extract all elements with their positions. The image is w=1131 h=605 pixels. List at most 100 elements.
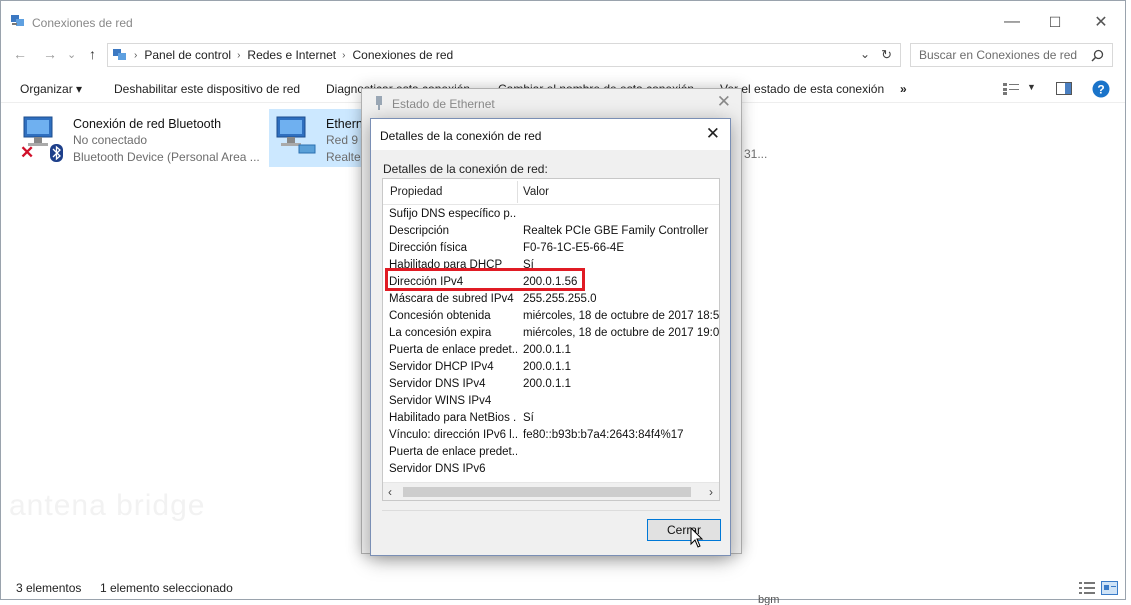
maximize-button[interactable]: ☐ <box>1035 9 1075 35</box>
details-label: Detalles de la conexión de red: <box>383 162 548 176</box>
refresh-icon[interactable]: ↻ <box>881 47 892 63</box>
item-name: Conexión de red Bluetooth <box>73 117 222 131</box>
table-row[interactable]: Servidor DHCP IPv4 200.0.1.1 <box>383 359 719 376</box>
item-3-partial-text: 31... <box>744 147 768 161</box>
property-cell: Dirección física <box>389 242 467 254</box>
table-row[interactable]: Dirección física F0-76-1C-E5-66-4E <box>383 240 719 257</box>
item-device: Bluetooth Device (Personal Area ... <box>73 150 260 164</box>
recent-locations-icon[interactable]: ⌄ <box>67 48 76 61</box>
view-options-icon[interactable] <box>1003 83 1019 95</box>
address-row: ← → ⌄ ↑ › Panel de control › Redes e Int… <box>1 41 1125 69</box>
breadcrumb-separator-icon: › <box>237 49 241 61</box>
table-row[interactable]: Habilitado para NetBios ... Sí <box>383 410 719 427</box>
back-arrow-icon[interactable]: ← <box>13 46 27 62</box>
close-dialog-button[interactable]: Cerrar <box>647 519 721 541</box>
watermark-text: antena bridge <box>9 489 206 522</box>
table-row[interactable]: Servidor WINS IPv4 <box>383 393 719 410</box>
property-cell: Descripción <box>389 225 450 237</box>
background-partial-text: bgm <box>758 594 780 605</box>
ethernet-dialog-close-button[interactable]: ✕ <box>717 92 731 112</box>
property-cell: Dirección IPv4 <box>389 276 464 288</box>
value-cell: 200.0.1.1 <box>523 378 571 390</box>
item-status: No conectado <box>73 133 148 147</box>
column-divider[interactable] <box>517 181 518 203</box>
view-dropdown-icon[interactable]: ▼ <box>1027 82 1036 92</box>
table-row[interactable]: La concesión expira miércoles, 18 de octu… <box>383 325 719 342</box>
dialog-separator <box>382 510 720 511</box>
column-header-property[interactable]: Propiedad <box>390 186 442 198</box>
table-row[interactable]: Puerta de enlace predet... 200.0.1.1 <box>383 342 719 359</box>
forward-arrow-icon[interactable]: → <box>43 46 57 62</box>
property-cell: Servidor DNS IPv6 <box>389 463 486 475</box>
table-row[interactable]: Sufijo DNS específico p... <box>383 206 719 223</box>
value-cell: 200.0.1.1 <box>523 361 571 373</box>
property-cell: Puerta de enlace predet... <box>389 446 517 458</box>
table-row[interactable]: Descripción Realtek PCIe GBE Family Contr… <box>383 223 719 240</box>
list-item-ethernet[interactable]: Etherne Red 9 Realtek <box>269 109 370 167</box>
breadcrumb-network-connections[interactable]: Conexiones de red <box>353 48 454 62</box>
disable-device-button[interactable]: Deshabilitar este dispositivo de red <box>114 82 300 96</box>
tiles-view-icon[interactable] <box>1101 581 1118 595</box>
status-bar: 3 elementos 1 elemento seleccionado <box>1 577 1125 599</box>
table-row[interactable]: Habilitado para DHCP Sí <box>383 257 719 274</box>
more-commands-button[interactable]: » <box>900 82 907 96</box>
breadcrumb-control-panel[interactable]: Panel de control <box>144 48 231 62</box>
control-panel-icon <box>113 49 126 60</box>
ethernet-adapter-icon <box>276 116 316 154</box>
property-cell: Servidor DHCP IPv4 <box>389 361 494 373</box>
view-status-button[interactable]: Ver el estado de esta conexión <box>720 82 884 96</box>
value-cell: 255.255.255.0 <box>523 293 597 305</box>
table-row[interactable]: Servidor DNS IPv4 200.0.1.1 <box>383 376 719 393</box>
organize-button[interactable]: Organizar ▾ <box>20 82 82 96</box>
item-status: Red 9 <box>326 133 359 147</box>
scroll-left-icon[interactable]: ‹ <box>388 485 392 499</box>
chevron-down-icon[interactable]: ⌄ <box>860 47 870 61</box>
close-button[interactable]: ✕ <box>1081 9 1121 35</box>
table-row[interactable]: Dirección IPv4 200.0.1.56 <box>383 274 719 291</box>
property-cell: Servidor DNS IPv4 <box>389 378 486 390</box>
bluetooth-icon <box>50 144 63 162</box>
help-icon[interactable]: ? <box>1092 80 1110 98</box>
ethernet-status-icon <box>376 96 382 110</box>
value-cell: 200.0.1.56 <box>523 276 578 288</box>
connection-details-dialog: Detalles de la conexión de red ✕ Detalle… <box>370 118 731 556</box>
value-cell: miércoles, 18 de octubre de 2017 18:52:3 <box>523 310 720 322</box>
list-item-bluetooth[interactable]: ✕ Conexión de red Bluetooth No conectado… <box>16 109 261 167</box>
property-cell: Puerta de enlace predet... <box>389 344 517 356</box>
details-dialog-title: Detalles de la conexión de red <box>380 129 542 143</box>
scrollbar-thumb[interactable] <box>403 487 691 497</box>
horizontal-scrollbar[interactable]: ‹ › <box>383 482 719 500</box>
column-header-value[interactable]: Valor <box>523 186 549 198</box>
table-row[interactable]: Vínculo: dirección IPv6 l... fe80::b93b:b… <box>383 427 719 444</box>
item-count: 3 elementos <box>16 581 82 595</box>
address-bar[interactable]: › Panel de control › Redes e Internet › … <box>107 43 901 67</box>
breadcrumb-separator-icon: › <box>342 49 346 61</box>
value-cell: Sí <box>523 412 534 424</box>
details-dialog-close-button[interactable]: ✕ <box>706 124 720 144</box>
search-icon <box>1091 49 1104 62</box>
ethernet-dialog-title: Estado de Ethernet <box>392 97 495 111</box>
details-view-icon[interactable] <box>1079 582 1095 594</box>
up-arrow-icon[interactable]: ↑ <box>89 46 96 62</box>
table-row[interactable]: Servidor DNS IPv6 <box>383 461 719 478</box>
preview-pane-icon[interactable] <box>1056 82 1072 95</box>
table-row[interactable]: Concesión obtenida miércoles, 18 de octub… <box>383 308 719 325</box>
table-row[interactable]: Puerta de enlace predet... <box>383 444 719 461</box>
breadcrumb-network-internet[interactable]: Redes e Internet <box>247 48 336 62</box>
window-title: Conexiones de red <box>32 16 133 30</box>
search-input[interactable]: Buscar en Conexiones de red <box>910 43 1113 67</box>
value-cell: Sí <box>523 259 534 271</box>
details-list[interactable]: Propiedad Valor Sufijo DNS específico p.… <box>382 178 720 501</box>
minimize-button[interactable]: — <box>992 9 1032 35</box>
table-row[interactable]: Máscara de subred IPv4 255.255.255.0 <box>383 291 719 308</box>
svg-text:?: ? <box>1097 83 1104 97</box>
search-placeholder: Buscar en Conexiones de red <box>919 48 1078 62</box>
scroll-right-icon[interactable]: › <box>709 485 713 499</box>
property-cell: Máscara de subred IPv4 <box>389 293 514 305</box>
value-cell: miércoles, 18 de octubre de 2017 19:02:3 <box>523 327 720 339</box>
breadcrumb-separator-icon: › <box>134 49 138 61</box>
property-cell: Concesión obtenida <box>389 310 491 322</box>
property-cell: Sufijo DNS específico p... <box>389 208 517 220</box>
value-cell: F0-76-1C-E5-66-4E <box>523 242 624 254</box>
value-cell: fe80::b93b:b7a4:2643:84f4%17 <box>523 429 684 441</box>
